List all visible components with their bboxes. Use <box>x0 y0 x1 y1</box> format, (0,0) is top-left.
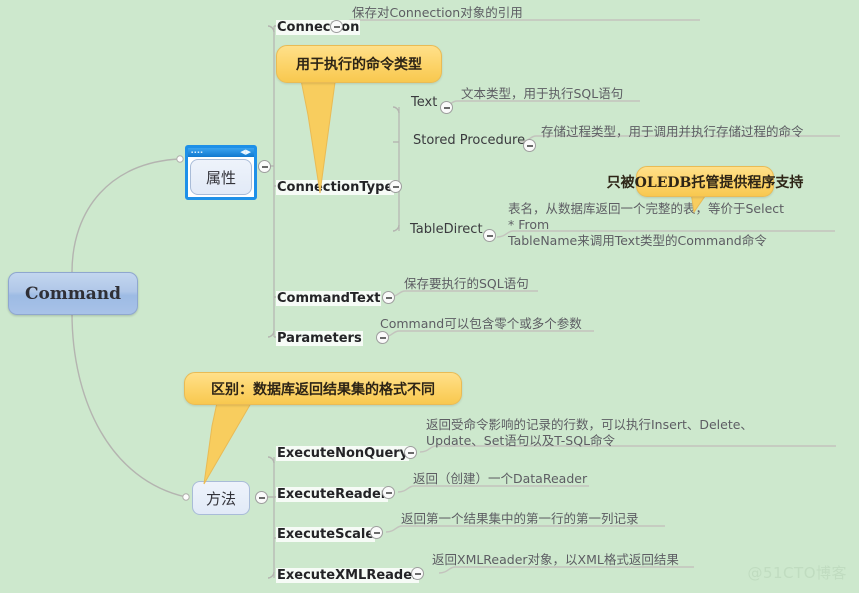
callout-label: 只被OLEDB托管提供程序支持 <box>606 174 804 191</box>
note-connection: 保存对Connection对象的引用 <box>352 5 523 20</box>
note-tabledirect: 表名，从数据库返回一个完整的表，等价于Select * From TableNa… <box>508 201 785 248</box>
collapse-toggle-executexmlreader[interactable] <box>411 567 424 580</box>
watermark: @51CTO博客 <box>747 564 847 582</box>
collapse-toggle-stored-procedure[interactable] <box>523 139 536 152</box>
mindmap-canvas: Command ▪▪▪▪ ◀▶ 属性 方法 Connection 保存对Conn… <box>0 0 859 593</box>
leaf-stored-procedure[interactable]: Stored Procedure <box>412 131 526 149</box>
collapse-toggle-executenonquery[interactable] <box>404 446 417 459</box>
branch-inner: 属性 <box>188 157 254 197</box>
leaf-parameters[interactable]: Parameters <box>276 329 363 347</box>
leaf-label: CommandText <box>276 291 382 306</box>
titlebar-resize-icon: ◀▶ <box>240 149 251 156</box>
leaf-label: Connection <box>276 20 361 35</box>
leaf-executescale[interactable]: ExecuteScale <box>276 525 376 543</box>
leaf-label: Stored Procedure <box>413 133 526 148</box>
note-stored-procedure: 存储过程类型，用于调用并执行存储过程的命令 <box>541 124 804 139</box>
leaf-commandtext[interactable]: CommandText <box>276 289 382 307</box>
callout-label: 用于执行的命令类型 <box>296 57 422 73</box>
collapse-toggle-commandtext[interactable] <box>382 291 395 304</box>
callout-tail-difference <box>203 398 255 485</box>
leaf-label: ExecuteScale <box>276 527 376 542</box>
leaf-executexmlreader[interactable]: ExecuteXMLReader <box>276 566 420 584</box>
leaf-tabledirect[interactable]: TableDirect <box>409 220 484 238</box>
collapse-toggle-executescale[interactable] <box>370 526 383 539</box>
branch-label-attributes: 属性 <box>205 168 236 187</box>
branch-titlebar: ▪▪▪▪ ◀▶ <box>188 148 254 157</box>
note-executenonquery: 返回受命令影响的记录的行数，可以执行Insert、Delete、 Update、… <box>426 417 753 448</box>
callout-command-type[interactable]: 用于执行的命令类型 <box>276 45 442 83</box>
note-executereader: 返回（创建）一个DataReader <box>413 471 588 486</box>
collapse-toggle-attributes[interactable] <box>258 160 271 173</box>
leaf-label: ExecuteXMLReader <box>276 568 420 583</box>
titlebar-dots-icon: ▪▪▪▪ <box>191 150 204 156</box>
leaf-label: Text <box>411 95 438 110</box>
leaf-label: ExecuteReader <box>276 487 389 502</box>
note-commandtext: 保存要执行的SQL语句 <box>404 276 529 291</box>
note-text: 文本类型，用于执行SQL语句 <box>461 86 624 101</box>
branch-box-attributes[interactable]: 属性 <box>190 159 252 195</box>
collapse-toggle-connection[interactable] <box>330 20 343 33</box>
root-node-command[interactable]: Command <box>8 272 138 315</box>
collapse-toggle-methods[interactable] <box>255 491 268 504</box>
callout-difference[interactable]: 区别：数据库返回结果集的格式不同 <box>184 372 462 405</box>
root-node-label: Command <box>24 283 122 304</box>
branch-label-methods: 方法 <box>205 489 236 508</box>
collapse-toggle-parameters[interactable] <box>376 331 389 344</box>
callout-oledb-only[interactable]: 只被OLEDB托管提供程序支持 <box>607 166 803 197</box>
leaf-connection[interactable]: Connection <box>276 18 361 36</box>
note-executexmlreader: 返回XMLReader对象，以XML格式返回结果 <box>432 552 679 567</box>
callout-tail-command-type <box>300 75 337 194</box>
leaf-label: Parameters <box>276 331 363 346</box>
note-parameters: Command可以包含零个或多个参数 <box>380 316 582 331</box>
note-executescale: 返回第一个结果集中的第一行的第一列记录 <box>401 511 639 526</box>
leaf-text[interactable]: Text <box>410 93 438 111</box>
callout-label: 区别：数据库返回结果集的格式不同 <box>211 381 435 398</box>
branch-node-attributes[interactable]: ▪▪▪▪ ◀▶ 属性 <box>185 145 257 200</box>
leaf-label: TableDirect <box>410 222 483 237</box>
collapse-toggle-executereader[interactable] <box>382 486 395 499</box>
collapse-toggle-text[interactable] <box>440 101 453 114</box>
collapse-toggle-tabledirect[interactable] <box>483 229 496 242</box>
